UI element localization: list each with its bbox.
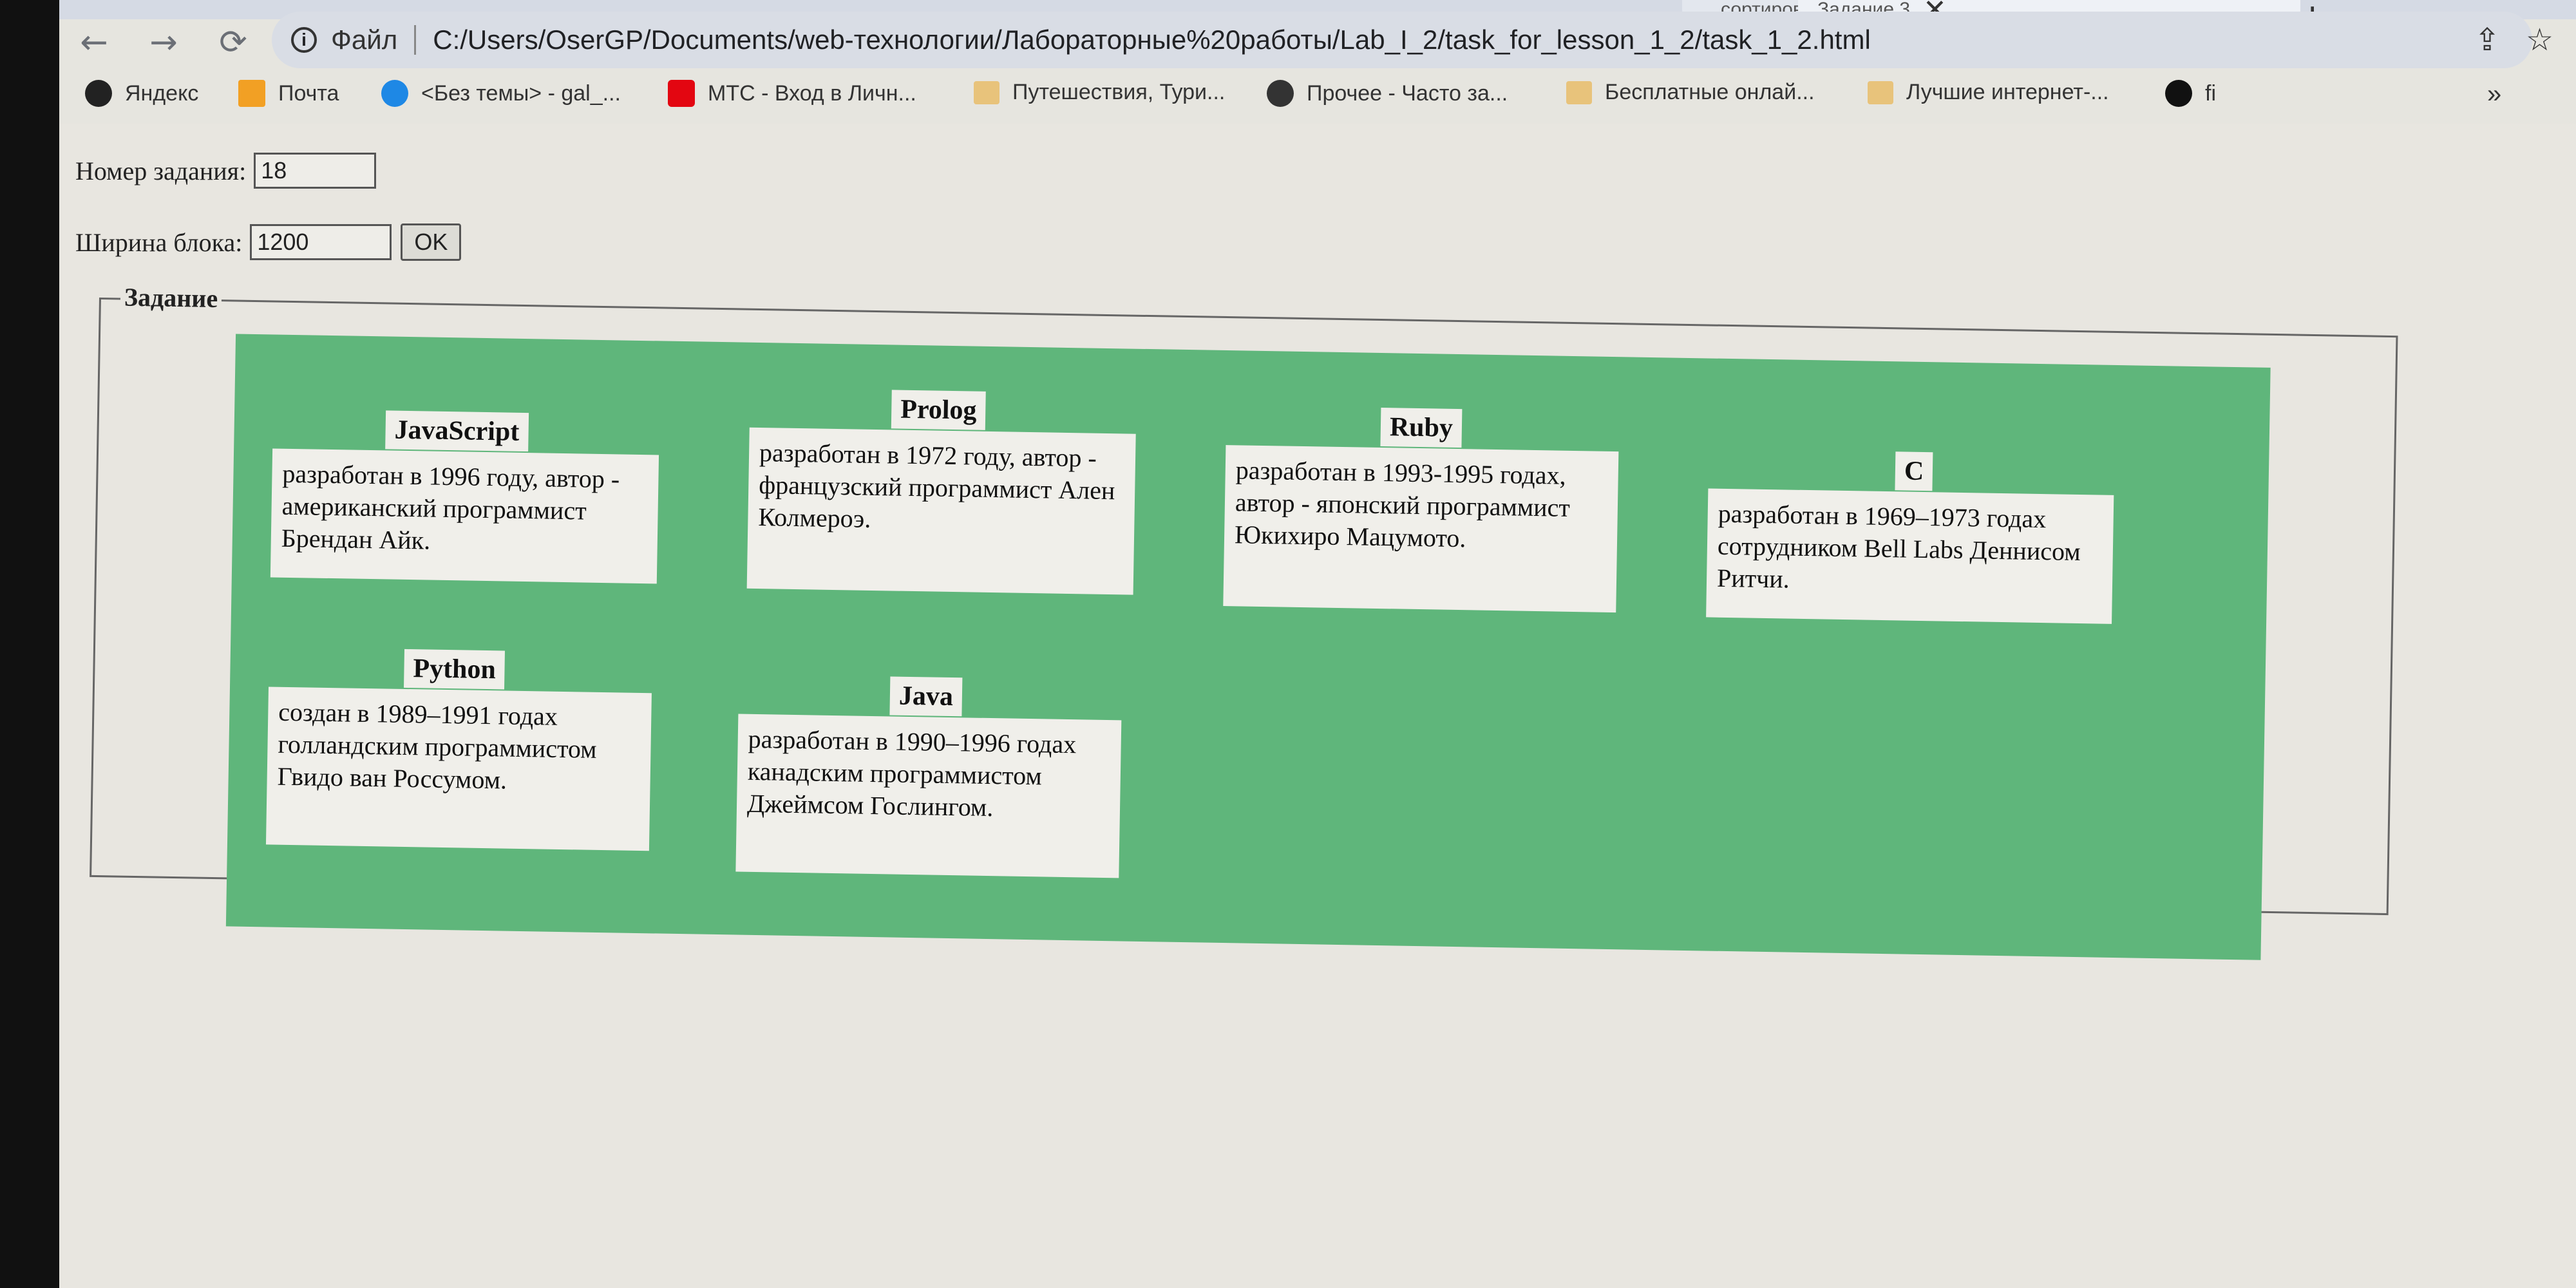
divider [414, 25, 417, 55]
bookmark-label: fi [2205, 80, 2216, 106]
task-number-label: Номер задания: [75, 156, 247, 185]
mts-icon [668, 80, 695, 107]
bookmark-mail[interactable]: Почта [238, 80, 339, 107]
forward-icon[interactable]: → [129, 23, 198, 62]
bookmark-label: Яндекс [125, 80, 199, 106]
bookmark-label: Путешествия, Тури... [1012, 80, 1226, 104]
card-title: Ruby [1380, 408, 1463, 448]
bookmark-label: Прочее - Часто за... [1307, 80, 1508, 106]
card-text: разработан в 1993-1995 годах, автор - яп… [1223, 445, 1619, 613]
folder-icon [974, 80, 999, 104]
card-title: Python [404, 649, 506, 690]
card-text: создан в 1989–1991 годах голландским про… [265, 687, 652, 851]
bookmark-label: <Без темы> - gal_... [421, 80, 621, 106]
card-text: разработан в 1996 году, автор - американ… [270, 448, 659, 584]
bookmark-label: Бесплатные онлай... [1605, 80, 1815, 104]
bookmark-label: МТС - Вход в Личн... [708, 80, 916, 106]
bookmark-label: Почта [278, 80, 339, 106]
bookmark-label: Лучшие интернет-... [1906, 80, 2109, 104]
task-legend: Задание [120, 281, 222, 314]
globe-icon [1267, 80, 1294, 107]
bookmark-yandex[interactable]: Яндекс [85, 80, 198, 107]
bookmark-free-online[interactable]: Бесплатные онлай... [1566, 80, 1815, 105]
info-icon[interactable]: i [291, 27, 317, 53]
navigation-bar: ← → ⟳ i Файл C:/Users/OserGP/Documents/w… [59, 10, 2576, 75]
url-text[interactable]: C:/Users/OserGP/Documents/web-технологии… [433, 24, 1871, 55]
card-title: JavaScript [385, 410, 529, 452]
card-text: разработан в 1972 году, автор - французс… [746, 427, 1136, 595]
reload-icon[interactable]: ⟳ [198, 23, 268, 62]
folder-icon [1868, 80, 1893, 104]
bookmark-best-internet[interactable]: Лучшие интернет-... [1868, 80, 2109, 105]
task-fieldset: Задание JavaScript разработан в 1996 год… [90, 281, 2398, 960]
bookmark-no-subject[interactable]: <Без темы> - gal_... [381, 80, 621, 107]
task-fieldset-wrapper: Задание JavaScript разработан в 1996 год… [90, 281, 2398, 960]
address-bar[interactable]: i Файл C:/Users/OserGP/Documents/web-тех… [272, 12, 2553, 68]
back-icon[interactable]: ← [59, 23, 129, 62]
bookmarks-more-icon[interactable]: » [2487, 80, 2501, 109]
bookmarks-bar: Яндекс Почта <Без темы> - gal_... МТС - … [59, 72, 2576, 124]
browser-window: …сортировка Задание 3 ✕ + ⌄ ← → ⟳ i Файл… [59, 0, 2576, 1288]
at-icon [381, 80, 408, 107]
task-number-row: Номер задания: [75, 153, 377, 189]
bookmark-fi[interactable]: fi [2165, 80, 2216, 107]
card-title: Java [889, 676, 963, 717]
card-text: разработан в 1990–1996 годах канадским п… [735, 714, 1122, 878]
width-label: Ширина блока: [75, 227, 243, 257]
width-input[interactable] [250, 224, 392, 260]
languages-block: JavaScript разработан в 1996 году, автор… [225, 334, 2271, 960]
page-content: Номер задания: Ширина блока: OK Задание … [59, 124, 2576, 1288]
bookmark-travel[interactable]: Путешествия, Тури... [974, 80, 1225, 105]
width-row: Ширина блока: OK [75, 223, 462, 261]
card-title: C [1895, 451, 1933, 491]
card-text: разработан в 1969–1973 годах сотрудником… [1706, 488, 2114, 624]
bookmark-mts[interactable]: МТС - Вход в Личн... [668, 80, 916, 107]
yandex-icon [85, 80, 112, 107]
share-icon[interactable]: ⇪ [2474, 22, 2500, 58]
ok-button[interactable]: OK [401, 223, 462, 261]
protocol-label: Файл [331, 24, 398, 55]
fi-icon [2165, 80, 2192, 107]
mail-icon [238, 80, 265, 107]
star-icon[interactable]: ☆ [2526, 22, 2553, 58]
bookmark-other[interactable]: Прочее - Часто за... [1267, 80, 1508, 107]
card-title: Prolog [891, 390, 986, 430]
folder-icon [1566, 80, 1592, 104]
task-number-input[interactable] [254, 153, 377, 189]
